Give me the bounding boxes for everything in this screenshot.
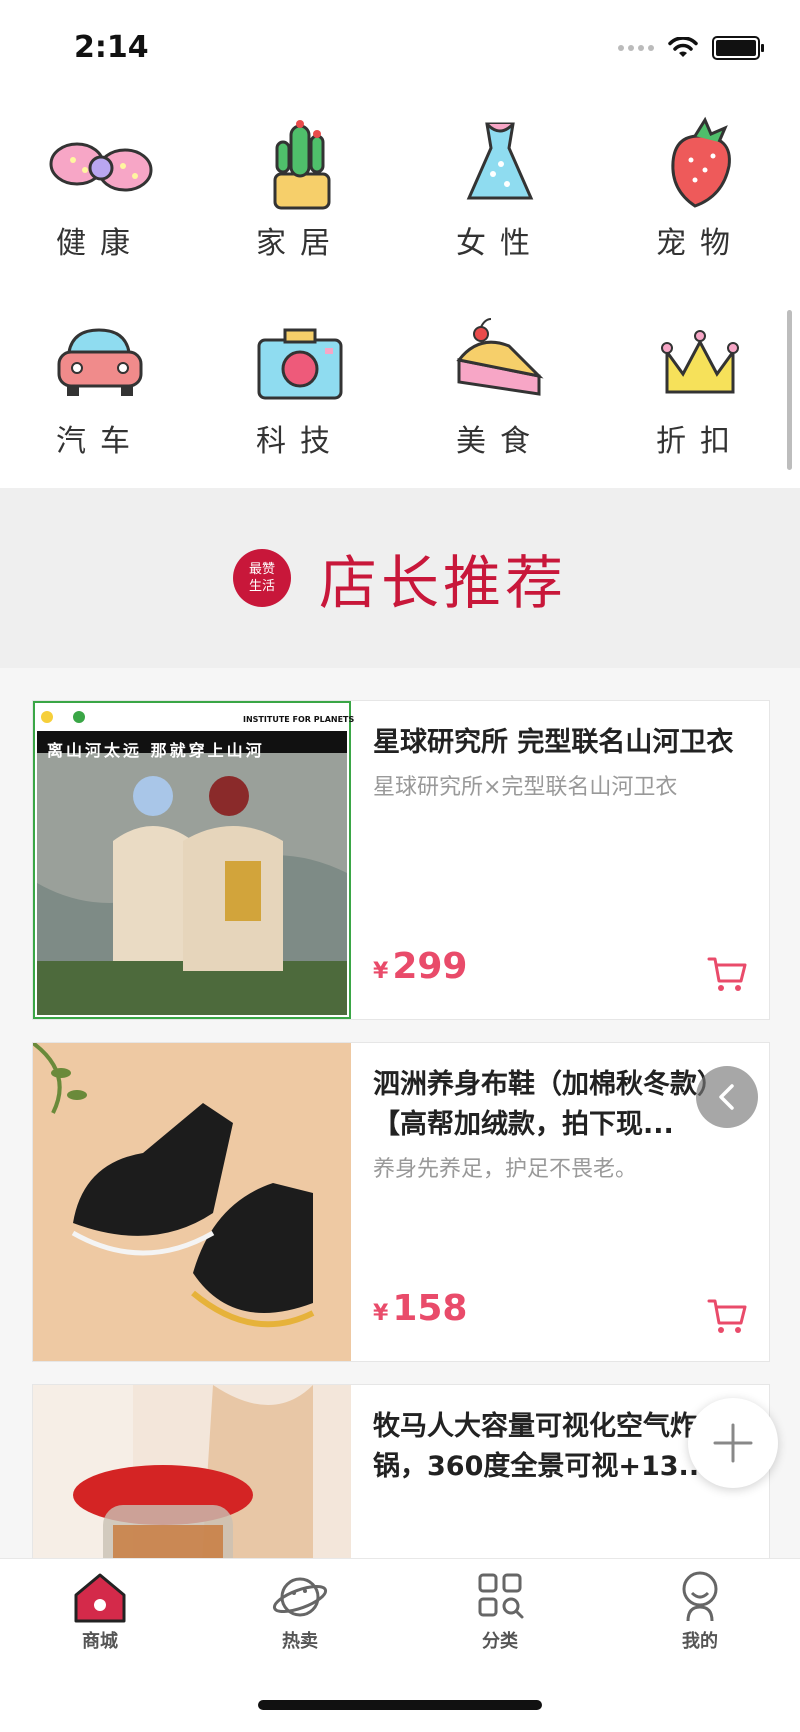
category-discount[interactable]: 折扣 [600, 298, 800, 488]
category-label: 家居 [256, 226, 344, 261]
tab-category[interactable]: 分类 [400, 1569, 600, 1669]
category-label: 汽车 [56, 424, 144, 459]
brand-badge: 最赞 生活 [232, 549, 291, 607]
category-pets[interactable]: 宠物 [600, 100, 800, 290]
product-info: 泗洲养身布鞋（加棉秋冬款）【高帮加绒款，拍下现... 养身先养足，护足不畏老。 [373, 1065, 745, 1183]
category-label: 美食 [456, 424, 544, 459]
wifi-icon [668, 37, 698, 57]
product-subtitle: 养身先养足，护足不畏老。 [373, 1157, 638, 1182]
product-card[interactable]: 牧马人大容量可视化空气炸锅，360度全景可视+13... [32, 1384, 770, 1558]
status-bar: 2:14 [0, 0, 800, 100]
bow-icon [49, 142, 153, 192]
category-label: 科技 [256, 424, 344, 459]
status-icons [618, 36, 764, 60]
product-price: ¥299 [373, 946, 467, 987]
back-button[interactable] [696, 1066, 758, 1128]
tab-mall[interactable]: 商城 [0, 1569, 200, 1669]
product-price: ¥158 [373, 1288, 467, 1329]
strawberry-icon [671, 116, 731, 208]
tab-label: 我的 [682, 1631, 718, 1652]
category-women[interactable]: 女性 [400, 100, 600, 290]
signal-icon [618, 45, 654, 51]
category-label: 宠物 [656, 226, 744, 261]
tab-label: 热卖 [282, 1631, 318, 1652]
category-auto[interactable]: 汽车 [0, 298, 200, 488]
category-label: 女性 [456, 226, 544, 261]
cactus-icon [273, 120, 331, 210]
product-card[interactable]: INSTITUTE FOR PLANETS 离山河太远 那就穿上山河 星球研究所… [32, 700, 770, 1020]
badge-line2: 生活 [248, 579, 275, 594]
image-text-slogan: 离山河太远 那就穿上山河 [47, 741, 265, 760]
home-indicator [258, 1700, 542, 1710]
cart-icon[interactable] [707, 1297, 747, 1335]
product-image [33, 1385, 351, 1558]
store-recommend-banner: 最赞生活 店长推荐 [0, 488, 800, 668]
badge-line1: 最赞 [248, 562, 275, 577]
add-button[interactable] [688, 1398, 778, 1488]
cake-icon [456, 318, 544, 396]
product-info: 星球研究所 完型联名山河卫衣 星球研究所×完型联名山河卫衣 [373, 723, 745, 801]
chevron-left-icon [719, 1084, 734, 1110]
status-time: 2:14 [74, 30, 149, 65]
cart-icon[interactable] [707, 955, 747, 993]
tab-mine[interactable]: 我的 [600, 1569, 800, 1669]
car-icon [57, 328, 143, 396]
tab-label: 分类 [482, 1631, 518, 1652]
category-label: 折扣 [656, 424, 744, 459]
product-card[interactable]: 泗洲养身布鞋（加棉秋冬款）【高帮加绒款，拍下现... 养身先养足，护足不畏老。 … [32, 1042, 770, 1362]
crown-icon [661, 330, 739, 394]
category-food[interactable]: 美食 [400, 298, 600, 488]
category-label: 健康 [56, 226, 144, 261]
currency-symbol: ¥ [373, 959, 389, 984]
product-title[interactable]: 星球研究所 完型联名山河卫衣 [373, 723, 745, 763]
category-search-icon [478, 1573, 524, 1619]
product-subtitle: 星球研究所×完型联名山河卫衣 [373, 775, 678, 800]
product-list[interactable]: INSTITUTE FOR PLANETS 离山河太远 那就穿上山河 星球研究所… [0, 668, 800, 1558]
camera-icon [257, 328, 343, 400]
dress-icon [466, 122, 534, 200]
tab-hot[interactable]: 热卖 [200, 1569, 400, 1669]
plus-icon [713, 1423, 753, 1463]
image-text-top: INSTITUTE FOR PLANETS [243, 715, 355, 724]
battery-icon [712, 36, 764, 60]
price-value: 299 [392, 946, 468, 987]
profile-icon [682, 1571, 718, 1622]
currency-symbol: ¥ [373, 1301, 389, 1326]
product-title[interactable]: 泗洲养身布鞋（加棉秋冬款）【高帮加绒款，拍下现... [373, 1065, 745, 1145]
home-icon [74, 1573, 126, 1623]
category-home[interactable]: 家居 [200, 100, 400, 290]
category-grid: 健康 家居 女性 宠物 汽车 科技 美食 折扣 [0, 100, 800, 488]
tab-label: 商城 [82, 1631, 118, 1652]
product-image [33, 1043, 351, 1361]
category-tech[interactable]: 科技 [200, 298, 400, 488]
planet-icon [272, 1577, 328, 1617]
price-value: 158 [392, 1288, 468, 1329]
banner-title: 店长推荐 [318, 549, 567, 617]
scrollbar[interactable] [787, 310, 792, 470]
category-health[interactable]: 健康 [0, 100, 200, 290]
